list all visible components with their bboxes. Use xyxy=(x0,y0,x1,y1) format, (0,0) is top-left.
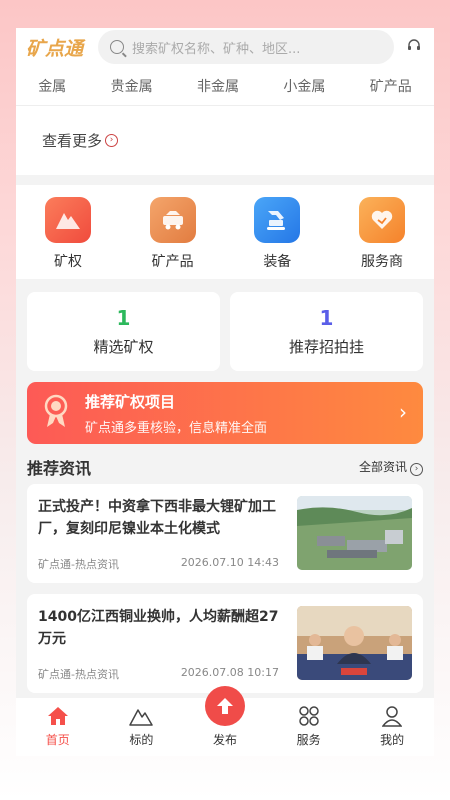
tab-label: 发布 xyxy=(212,733,237,747)
news-source: 矿点通-热点资讯 xyxy=(38,558,119,571)
search-placeholder: 搜索矿权名称、矿种、地区... xyxy=(132,41,301,57)
medal-icon xyxy=(41,393,71,433)
category-mineral-products[interactable]: 矿产品 xyxy=(370,76,412,96)
quick-entry-label: 矿产品 xyxy=(151,254,194,270)
chevron-right-circle-icon: › xyxy=(105,133,119,147)
tab-home[interactable]: 首页 xyxy=(28,704,88,748)
tab-services[interactable]: 服务 xyxy=(279,704,339,748)
tab-label: 首页 xyxy=(45,733,70,747)
search-bar[interactable]: 搜索矿权名称、矿种、地区... xyxy=(98,30,394,64)
tab-label: 标的 xyxy=(129,733,154,747)
featured-mining-rights-count: 1 xyxy=(116,306,131,330)
all-news-link[interactable]: 全部资讯 › xyxy=(359,458,423,476)
mountain-outline-icon xyxy=(129,704,154,728)
news-headline: 1400亿江西铜业换帅，人均薪酬超27万元 xyxy=(38,609,279,647)
app-logo: 矿点通 xyxy=(26,37,84,60)
mountain-icon xyxy=(45,197,91,243)
banner-subtitle: 矿点通多重核验，信息精准全面 xyxy=(85,420,268,436)
tab-label: 服务 xyxy=(296,733,321,747)
grid-icon xyxy=(298,704,320,728)
user-icon xyxy=(382,704,403,728)
news-time: 2026.07.08 10:17 xyxy=(180,666,279,679)
news-headline: 正式投产！中资拿下西非最大锂矿加工厂，复刻印尼镍业本土化模式 xyxy=(38,499,276,537)
home-icon xyxy=(47,704,69,728)
category-minor-metal[interactable]: 小金属 xyxy=(283,76,325,96)
news-thumbnail xyxy=(297,606,412,680)
recommended-auction-card[interactable]: 1 推荐招拍挂 xyxy=(230,292,423,371)
stats-row: 1 精选矿权 1 推荐招拍挂 xyxy=(16,292,434,371)
quick-entry-grid: 矿权 矿产品 装备 服务商 xyxy=(16,185,434,279)
view-more-label: 查看更多 xyxy=(42,131,103,150)
banner-text: 推荐矿权项目 矿点通多重核验，信息精准全面 xyxy=(85,391,267,436)
quick-entry-service-provider[interactable]: 服务商 xyxy=(344,197,420,279)
news-item[interactable]: 1400亿江西铜业换帅，人均薪酬超27万元 矿点通-热点资讯 2026.07.0… xyxy=(27,594,423,693)
quick-entry-label: 服务商 xyxy=(360,254,403,270)
quick-entry-mining-rights[interactable]: 矿权 xyxy=(30,197,106,279)
news-source: 矿点通-热点资讯 xyxy=(38,668,119,681)
recommended-project-banner[interactable]: 推荐矿权项目 矿点通多重核验，信息精准全面 › xyxy=(27,382,423,444)
category-tabs: 金属 贵金属 非金属 小金属 矿产品 xyxy=(16,66,434,106)
chevron-right-circle-icon: › xyxy=(410,463,423,476)
heart-hands-icon xyxy=(358,197,405,243)
tab-label: 我的 xyxy=(380,733,405,747)
featured-mining-rights-label: 精选矿权 xyxy=(93,338,154,356)
banner-title: 推荐矿权项目 xyxy=(85,392,176,411)
news-meta: 矿点通-热点资讯 2026.07.08 10:17 xyxy=(38,666,279,682)
app-screen: 矿点通 搜索矿权名称、矿种、地区... 金属 贵金属 非金属 小金属 矿产品 查… xyxy=(16,28,434,756)
news-thumbnail xyxy=(297,496,412,570)
news-section-header: 推荐资讯 全部资讯 › xyxy=(16,450,434,484)
tab-publish[interactable]: 发布 xyxy=(195,686,255,748)
quick-entry-label: 装备 xyxy=(263,254,292,270)
news-item[interactable]: 正式投产！中资拿下西非最大锂矿加工厂，复刻印尼镍业本土化模式 矿点通-热点资讯 … xyxy=(27,484,423,583)
news-time: 2026.07.10 14:43 xyxy=(180,556,279,569)
excavator-icon xyxy=(254,197,301,243)
customer-service-icon[interactable] xyxy=(404,38,424,56)
news-meta: 矿点通-热点资讯 2026.07.10 14:43 xyxy=(38,556,279,572)
all-news-label: 全部资讯 xyxy=(358,460,407,474)
bottom-tab-bar: 首页 标的 发布 服务 我的 xyxy=(16,686,434,756)
upload-icon xyxy=(204,686,245,726)
featured-mining-rights-card[interactable]: 1 精选矿权 xyxy=(27,292,220,371)
view-more-link[interactable]: 查看更多 › xyxy=(16,106,434,174)
header: 矿点通 搜索矿权名称、矿种、地区... xyxy=(16,28,434,66)
quick-entry-equipment[interactable]: 装备 xyxy=(239,197,315,279)
search-icon xyxy=(110,40,124,54)
chevron-right-icon: › xyxy=(399,400,407,424)
top-section: 矿点通 搜索矿权名称、矿种、地区... 金属 贵金属 非金属 小金属 矿产品 查… xyxy=(16,28,434,175)
category-non-metal[interactable]: 非金属 xyxy=(197,76,239,96)
tab-profile[interactable]: 我的 xyxy=(362,704,422,748)
recommended-auction-label: 推荐招拍挂 xyxy=(288,338,364,356)
news-section-title: 推荐资讯 xyxy=(27,459,92,478)
category-metal[interactable]: 金属 xyxy=(38,76,66,96)
quick-entry-label: 矿权 xyxy=(54,254,82,270)
recommended-auction-count: 1 xyxy=(319,306,334,330)
tab-targets[interactable]: 标的 xyxy=(111,704,171,748)
category-precious-metal[interactable]: 贵金属 xyxy=(111,76,153,96)
cart-icon xyxy=(149,197,196,243)
quick-entry-mineral-products[interactable]: 矿产品 xyxy=(135,197,211,279)
